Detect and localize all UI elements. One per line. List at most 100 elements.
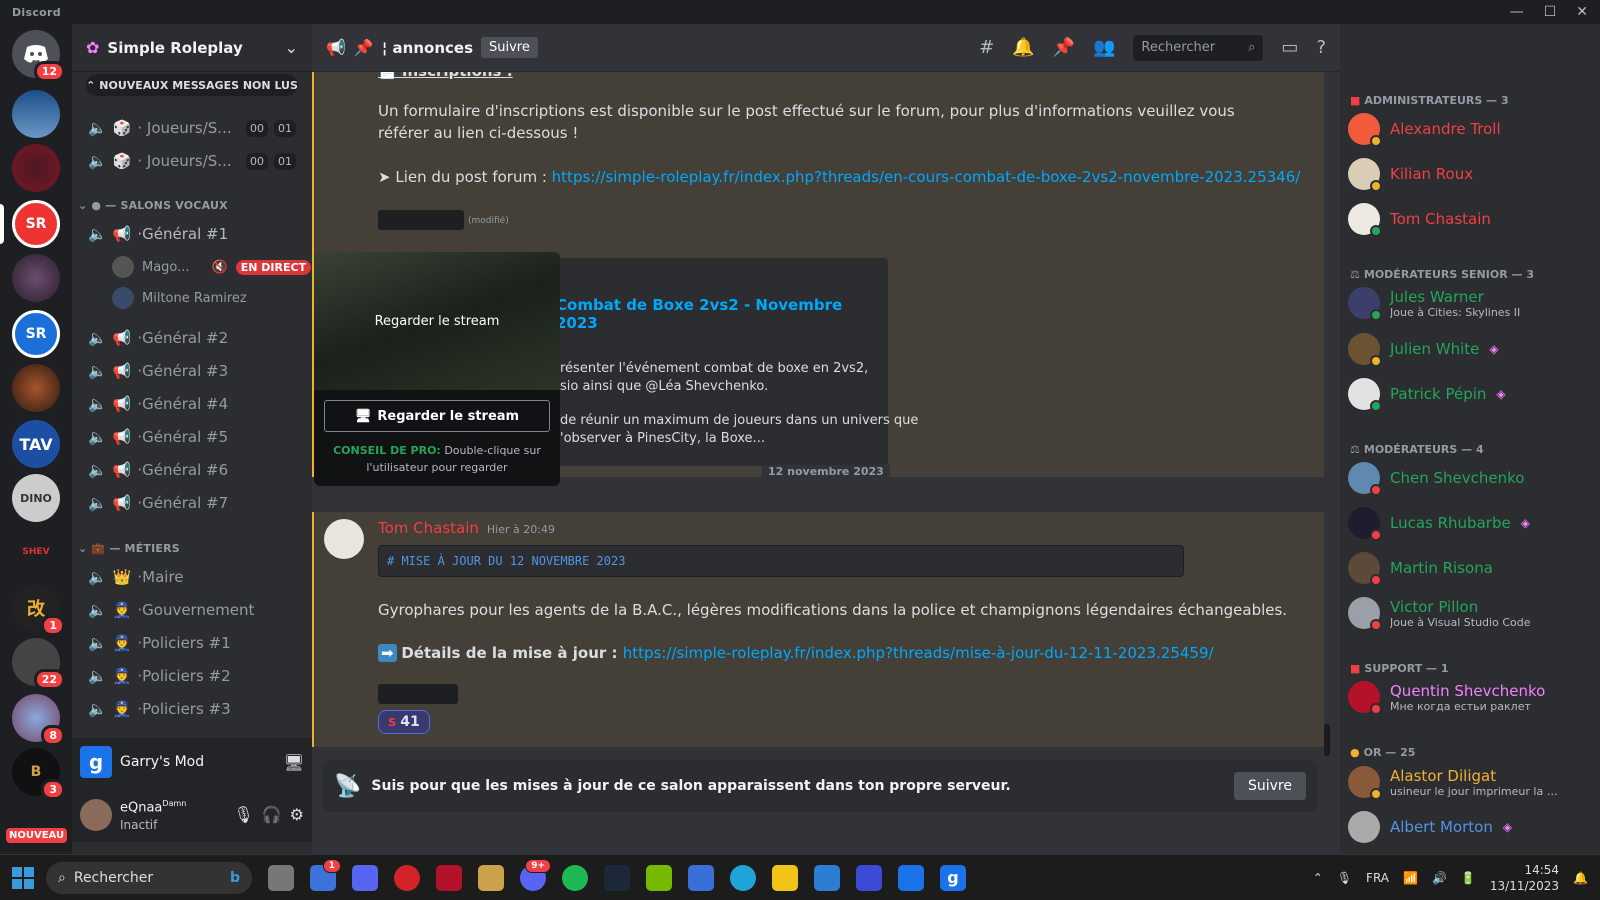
- edge-icon[interactable]: [730, 864, 756, 891]
- author-avatar[interactable]: [324, 519, 364, 559]
- channel-policiers-1[interactable]: 🔈 👮 ·Policiers #1: [80, 627, 304, 659]
- app-icon[interactable]: [436, 864, 462, 891]
- app-icon[interactable]: [352, 864, 378, 891]
- member-item[interactable]: Alexandre Troll: [1348, 108, 1563, 150]
- server-icon[interactable]: [12, 254, 60, 302]
- garrys-mod-taskbar-icon[interactable]: g: [940, 864, 966, 891]
- channel-joueurs-2[interactable]: 🔈 🎲 · Joueurs/S... 00 01: [80, 145, 304, 177]
- reaction-button[interactable]: S 41: [378, 710, 430, 734]
- opera-icon[interactable]: [394, 864, 420, 891]
- member-item[interactable]: Patrick Pépin ◈: [1348, 373, 1563, 415]
- voice-channel-general-1[interactable]: 🔈 📢 ·Général #1: [80, 218, 304, 250]
- server-icon[interactable]: 改1: [12, 584, 65, 636]
- steam-icon[interactable]: [604, 864, 630, 891]
- nvidia-icon[interactable]: [646, 864, 672, 891]
- vscode-icon[interactable]: [856, 864, 882, 891]
- member-item[interactable]: Tom Chastain: [1348, 198, 1563, 240]
- server-icon[interactable]: [12, 90, 60, 138]
- author-name[interactable]: Tom Chastain: [378, 519, 479, 537]
- channel-policiers-2[interactable]: 🔈 👮 ·Policiers #2: [80, 660, 304, 692]
- watch-stream-button[interactable]: 🖥 Regarder le stream: [324, 400, 550, 432]
- search-input[interactable]: Rechercher ⌕: [1133, 34, 1264, 61]
- maximize-icon[interactable]: ☐: [1544, 4, 1557, 20]
- store-icon[interactable]: [814, 864, 840, 891]
- server-icon[interactable]: 22: [12, 638, 65, 690]
- member-item[interactable]: Lucas Rhubarbe ◈: [1348, 502, 1563, 544]
- taskbar-search[interactable]: ⌕ Rechercher b: [46, 861, 252, 894]
- scrollbar[interactable]: [1324, 724, 1330, 756]
- league-icon[interactable]: [478, 864, 504, 891]
- minimize-icon[interactable]: —: [1510, 4, 1524, 20]
- server-icon[interactable]: 8: [12, 694, 65, 746]
- user-avatar[interactable]: [80, 798, 112, 831]
- server-icon-simple-roleplay[interactable]: SR: [12, 200, 60, 248]
- voice-channel-general-5[interactable]: 🔈 📢 ·Général #5: [80, 421, 304, 453]
- threads-icon[interactable]: #: [979, 37, 994, 58]
- embed-title[interactable]: Combat de Boxe 2vs2 - Novembre 2023: [556, 296, 888, 332]
- member-item[interactable]: Martin Risona: [1348, 547, 1563, 589]
- file-explorer-icon[interactable]: [772, 864, 798, 891]
- member-item[interactable]: Quentin Shevchenko Мне когда естьи раклет: [1348, 676, 1563, 718]
- voice-channel-general-4[interactable]: 🔈 📢 ·Général #4: [80, 388, 304, 420]
- member-item[interactable]: Chen Shevchenko: [1348, 457, 1563, 499]
- update-link[interactable]: https://simple-roleplay.fr/index.php?thr…: [623, 644, 1214, 662]
- voice-channel-general-3[interactable]: 🔈 📢 ·Général #3: [80, 355, 304, 387]
- task-view-icon[interactable]: [268, 864, 294, 891]
- notification-bell-icon[interactable]: 🔔: [1573, 871, 1588, 885]
- microphone-icon[interactable]: 🎙: [233, 805, 253, 824]
- member-item[interactable]: Alastor Diligat usineur le jour imprimeur…: [1348, 761, 1563, 803]
- channel-joueurs-1[interactable]: 🔈 🎲 · Joueurs/S... 00 01: [80, 112, 304, 144]
- bell-icon[interactable]: 🔔: [1012, 37, 1034, 58]
- app-icon[interactable]: [688, 864, 714, 891]
- voice-user[interactable]: Mago... 🔇 EN DIRECT: [112, 254, 312, 280]
- screen-share-icon[interactable]: 🖥: [284, 753, 304, 772]
- home-button[interactable]: 12: [12, 30, 65, 82]
- spotify-icon[interactable]: [562, 864, 588, 891]
- voice-channel-general-2[interactable]: 🔈 📢 ·Général #2: [80, 322, 304, 354]
- member-item[interactable]: Julien White ◈: [1348, 328, 1563, 370]
- member-item[interactable]: Jules Warner Joue à Cities: Skylines II: [1348, 282, 1563, 324]
- server-icon[interactable]: [12, 144, 60, 192]
- app-icon[interactable]: 1: [310, 858, 341, 891]
- category-voice[interactable]: ⌄ ● — SALONS VOCAUX: [78, 199, 228, 212]
- follow-button[interactable]: Suivre: [481, 37, 538, 58]
- follow-bar-button[interactable]: Suivre: [1234, 772, 1306, 800]
- members-icon[interactable]: 👥: [1093, 37, 1115, 58]
- new-messages-pill[interactable]: ⌃ NOUVEAUX MESSAGES NON LUS: [86, 74, 298, 96]
- mail-icon[interactable]: [898, 864, 924, 891]
- volume-icon[interactable]: 🔊: [1432, 871, 1447, 885]
- new-badge[interactable]: NOUVEAU: [6, 828, 68, 843]
- microphone-icon[interactable]: 🎙: [1337, 871, 1352, 885]
- server-icon[interactable]: TAV: [12, 420, 60, 468]
- channel-maire[interactable]: 🔈 👑 ·Maire: [80, 561, 304, 593]
- discord-taskbar-icon[interactable]: 9+: [520, 858, 551, 891]
- stream-preview[interactable]: Regarder le stream: [314, 252, 560, 390]
- server-icon[interactable]: B3: [12, 748, 65, 800]
- clock[interactable]: 14:54 13/11/2023: [1490, 862, 1559, 894]
- member-item[interactable]: Albert Morton ◈: [1348, 806, 1563, 848]
- settings-gear-icon[interactable]: ⚙: [290, 805, 304, 824]
- inbox-icon[interactable]: ▭: [1281, 37, 1298, 58]
- voice-channel-general-7[interactable]: 🔈 📢 ·Général #7: [80, 487, 304, 519]
- category-metiers[interactable]: ⌄ 💼 — MÉTIERS: [78, 542, 180, 555]
- member-item[interactable]: Victor Pillon Joue à Visual Studio Code: [1348, 592, 1563, 634]
- help-icon[interactable]: ?: [1316, 37, 1326, 58]
- windows-start-icon[interactable]: [12, 866, 34, 889]
- language-indicator[interactable]: FRA: [1366, 871, 1389, 885]
- wifi-icon[interactable]: 📶: [1403, 871, 1418, 885]
- pin-icon[interactable]: 📌: [1053, 37, 1075, 58]
- chevron-up-icon[interactable]: ⌃: [1313, 871, 1323, 885]
- activity-panel[interactable]: g Garry's Mod 🖥: [72, 738, 312, 786]
- voice-channel-general-6[interactable]: 🔈 📢 ·Général #6: [80, 454, 304, 486]
- voice-user[interactable]: Miltone Ramirez: [112, 285, 247, 311]
- server-icon[interactable]: DINO: [12, 474, 60, 522]
- forum-link[interactable]: https://simple-roleplay.fr/index.php?thr…: [552, 168, 1301, 186]
- server-icon[interactable]: SR: [12, 310, 60, 358]
- member-item[interactable]: Kilian Roux: [1348, 153, 1563, 195]
- channel-policiers-3[interactable]: 🔈 👮 ·Policiers #3: [80, 693, 304, 725]
- close-icon[interactable]: ✕: [1576, 4, 1588, 20]
- battery-icon[interactable]: 🔋: [1461, 871, 1476, 885]
- channel-gouvernement[interactable]: 🔈 👮 ·Gouvernement: [80, 594, 304, 626]
- server-icon[interactable]: [12, 364, 60, 412]
- headphones-icon[interactable]: 🎧: [262, 805, 282, 824]
